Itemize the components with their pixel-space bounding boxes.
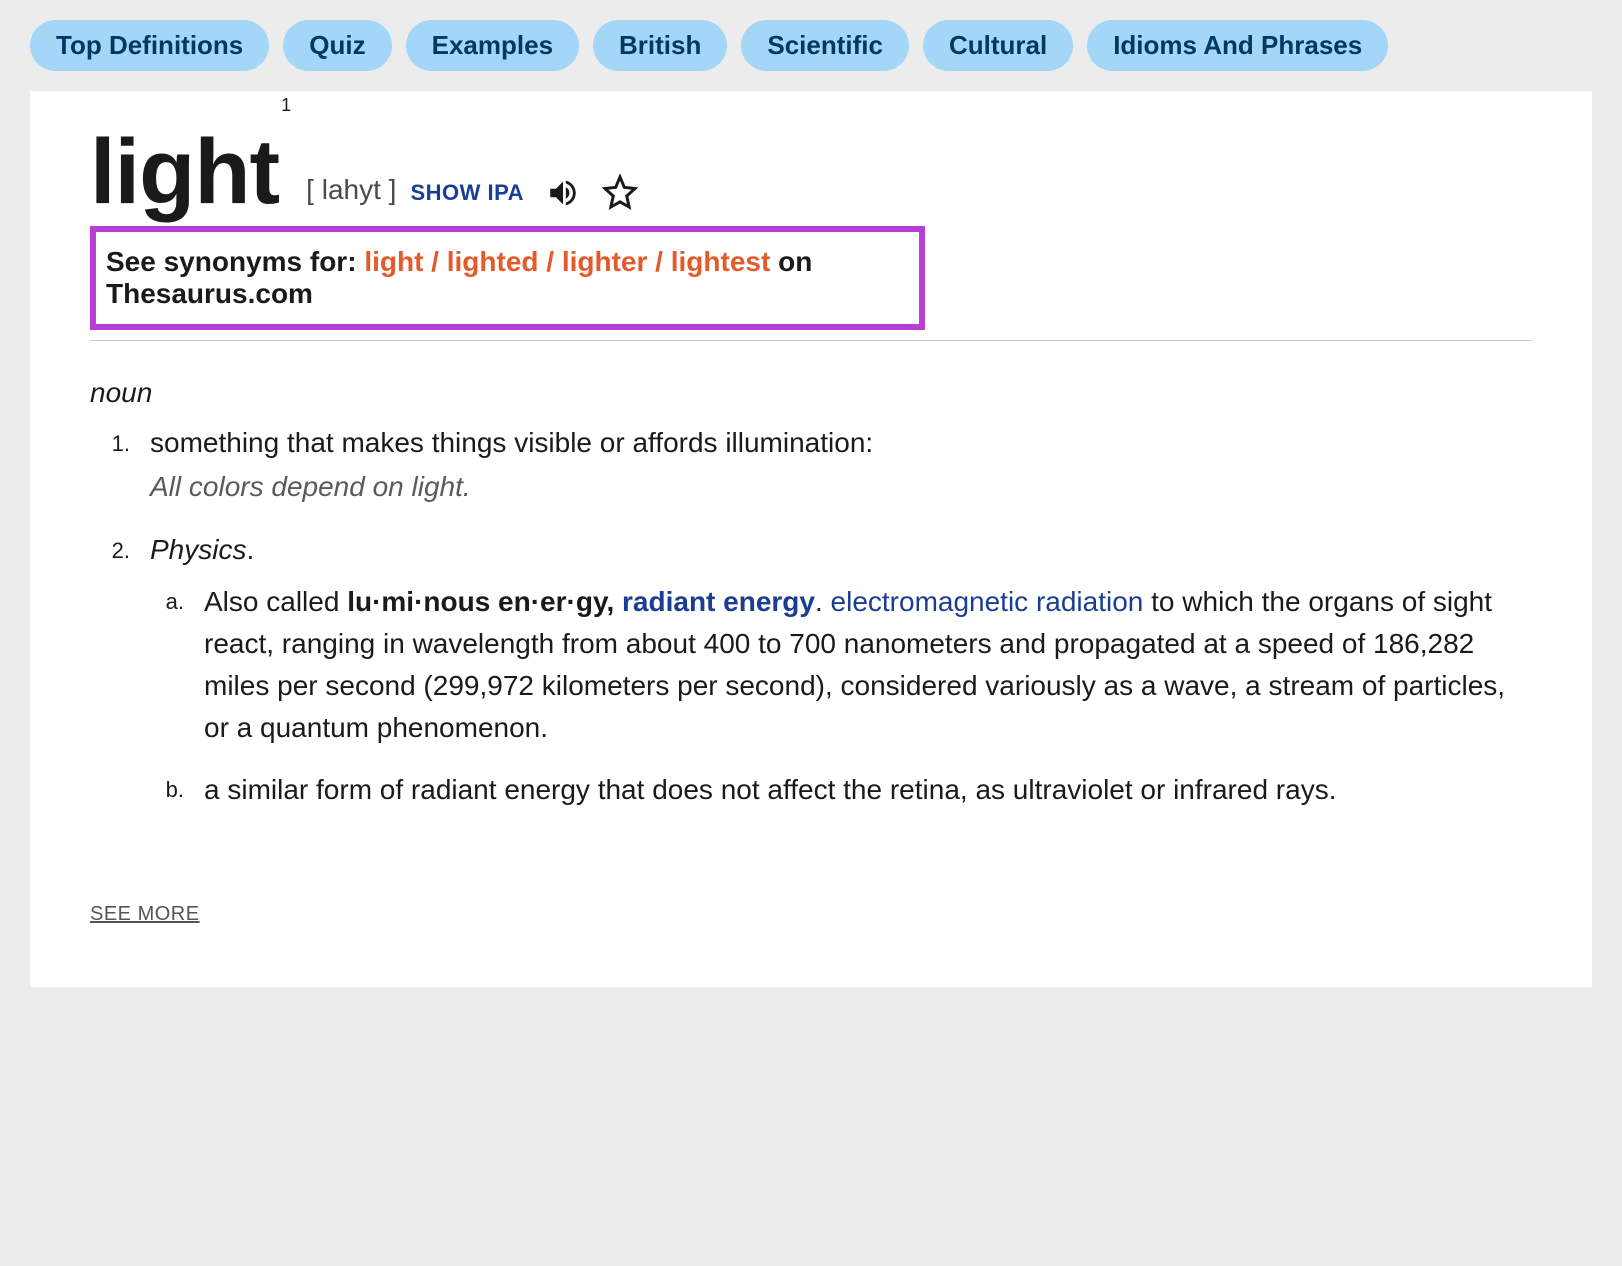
pronunciation: [ lahyt ] [306, 174, 396, 206]
sub-definition-a: a. Also called lu·mi·nous en·er·gy, radi… [150, 581, 1532, 749]
tab-quiz[interactable]: Quiz [283, 20, 391, 71]
see-more-button[interactable]: SEE MORE [90, 903, 200, 926]
domain-label: Physics [150, 534, 246, 565]
sub-definition-letter: a. [150, 581, 204, 749]
definition-2: 2. Physics. a. Also called lu·mi·nous en… [90, 530, 1532, 831]
definition-list: 1. something that makes things visible o… [90, 423, 1532, 831]
synonyms-callout: See synonyms for: light / lighted / ligh… [90, 226, 925, 330]
show-ipa-button[interactable]: SHOW IPA [410, 180, 524, 206]
also-called-prefix: Also called [204, 586, 347, 617]
sub-definition-b: b. a similar form of radiant energy that… [150, 769, 1532, 811]
term-period: . [815, 586, 831, 617]
entry-card: light1 [ lahyt ] SHOW IPA See synonyms f… [30, 91, 1592, 987]
tab-idioms[interactable]: Idioms And Phrases [1087, 20, 1388, 71]
audio-button[interactable] [546, 176, 580, 210]
definition-number: 1. [90, 423, 150, 508]
part-of-speech: noun [90, 377, 1532, 409]
synonyms-prefix: See synonyms for: [106, 246, 364, 277]
definition-example: All colors depend on light. [150, 467, 1532, 508]
headword: light1 [90, 131, 288, 214]
sub-definition-list: a. Also called lu·mi·nous en·er·gy, radi… [150, 581, 1532, 811]
tab-cultural[interactable]: Cultural [923, 20, 1073, 71]
definition-number: 2. [90, 530, 150, 831]
definition-text: something that makes things visible or a… [150, 427, 873, 458]
tab-examples[interactable]: Examples [406, 20, 579, 71]
sub-definition-body: Also called lu·mi·nous en·er·gy, radiant… [204, 581, 1532, 749]
tab-scientific[interactable]: Scientific [741, 20, 909, 71]
link-electromagnetic-radiation[interactable]: electromagnetic radiation [831, 586, 1144, 617]
sub-definition-body: a similar form of radiant energy that do… [204, 769, 1532, 811]
definition-body: Physics. a. Also called lu·mi·nous en·er… [150, 530, 1532, 831]
tab-british[interactable]: British [593, 20, 727, 71]
definition-1: 1. something that makes things visible o… [90, 423, 1532, 508]
favorite-button[interactable] [602, 174, 638, 210]
tabs-bar: Top Definitions Quiz Examples British Sc… [30, 20, 1592, 71]
divider [90, 340, 1532, 341]
term-luminous-energy: lu·mi·nous en·er·gy, [347, 586, 622, 617]
definition-body: something that makes things visible or a… [150, 423, 1532, 508]
tab-top-definitions[interactable]: Top Definitions [30, 20, 269, 71]
domain-period: . [246, 534, 254, 565]
homograph-number: 1 [281, 95, 290, 115]
synonyms-links[interactable]: light / lighted / lighter / lightest [364, 246, 770, 277]
headword-text: light [90, 121, 279, 223]
link-radiant-energy[interactable]: radiant energy [622, 586, 815, 617]
speaker-icon [546, 176, 580, 210]
sub-definition-letter: b. [150, 769, 204, 811]
headword-row: light1 [ lahyt ] SHOW IPA [90, 131, 1532, 214]
star-icon [602, 174, 638, 210]
